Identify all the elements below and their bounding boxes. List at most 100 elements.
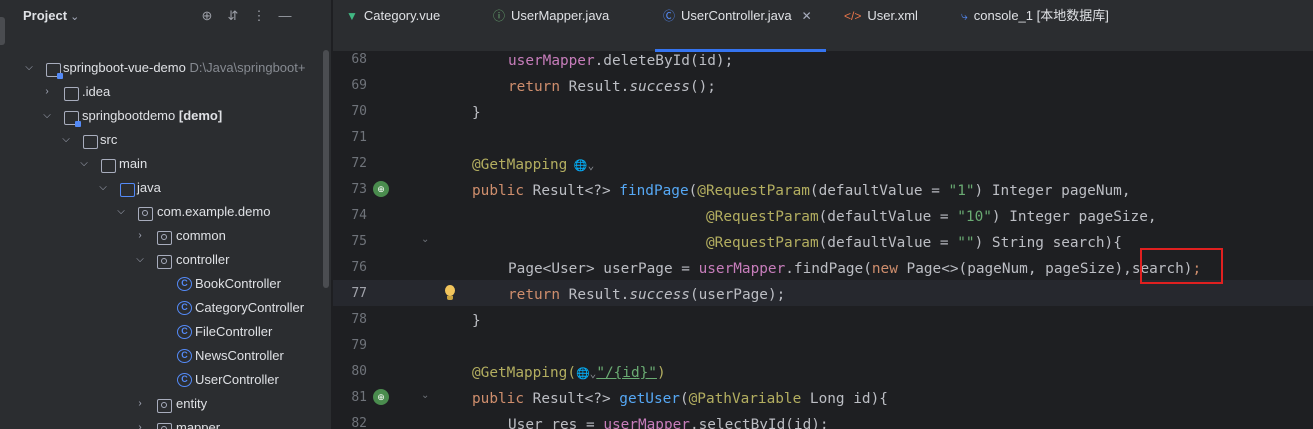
project-scrollbar[interactable]	[323, 50, 329, 288]
tree-item[interactable]: ⌵ controller	[9, 248, 327, 272]
more-options-icon[interactable]: ⋮	[251, 8, 267, 24]
globe-icon[interactable]: 🌐⌄	[567, 159, 594, 172]
line-number: 69	[351, 78, 367, 93]
tree-item-label: common	[176, 228, 226, 243]
project-tool-button[interactable]	[0, 17, 5, 45]
class-icon: C	[177, 301, 192, 315]
tree-item[interactable]: › mapper	[9, 416, 327, 429]
tree-item-label: src	[100, 132, 118, 147]
tree-item[interactable]: C CategoryController	[9, 296, 327, 320]
vue-icon: ▼	[346, 9, 358, 23]
chevron-down-icon[interactable]: ⌵	[134, 248, 146, 272]
lightbulb-icon[interactable]	[443, 284, 457, 302]
tab-label: Category.vue	[363, 8, 441, 23]
close-icon[interactable]: ✕	[802, 9, 812, 23]
class-icon: C	[177, 325, 192, 339]
class-icon: Ⓒ	[663, 9, 676, 23]
package-icon	[138, 207, 153, 221]
tab-category-vue[interactable]: ▼ Category.vue	[346, 0, 440, 52]
chevron-down-icon[interactable]: ⌵	[115, 200, 127, 224]
tab-usermapper-java[interactable]: ⓘ UserMapper.java	[493, 0, 609, 52]
tree-item[interactable]: › .idea	[9, 80, 327, 104]
tab-usercontroller-java[interactable]: Ⓒ UserController.java ✕	[655, 0, 826, 52]
chevron-down-icon[interactable]: ⌵	[60, 128, 72, 152]
tree-item-label: UserController	[195, 372, 279, 387]
request-mapping-icon[interactable]: ⊕	[373, 389, 389, 405]
tree-item-label: mapper	[176, 420, 221, 429]
interface-icon: ⓘ	[493, 9, 506, 23]
tree-item-label: com.example.demo	[157, 204, 271, 219]
chevron-down-icon: ⌄	[70, 11, 80, 23]
tab-label: UserController.java	[681, 8, 792, 23]
code-line: }	[472, 105, 481, 121]
folder-icon	[83, 135, 98, 149]
code-line: public Result<?> getUser(@PathVariable L…	[472, 391, 888, 407]
line-number: 78	[351, 312, 367, 327]
tree-item[interactable]: C BookController	[9, 272, 327, 296]
tree-item-path: D:\Java\springboot+	[189, 60, 306, 75]
tree-item-label: .idea	[82, 84, 111, 99]
line-number-current: 77	[351, 286, 367, 301]
tree-item-label: entity	[176, 396, 208, 411]
tree-item-label: CategoryController	[195, 300, 305, 315]
chevron-right-icon[interactable]: ›	[134, 224, 146, 248]
chevron-down-icon[interactable]: ⌵	[41, 104, 53, 128]
tab-user-xml[interactable]: </> User.xml	[844, 0, 918, 52]
tree-item[interactable]: C FileController	[9, 320, 327, 344]
tree-item[interactable]: ⌵ main	[9, 152, 327, 176]
tree-item[interactable]: › common	[9, 224, 327, 248]
line-number: 71	[351, 130, 367, 145]
code-line: return Result.success();	[508, 79, 716, 95]
project-panel: Project ⌄ ⊕ ⇵ ⋮ — ⌵ springboot-vue-demo D…	[9, 0, 332, 429]
tool-window-strip	[0, 0, 9, 429]
tree-item-label: controller	[176, 252, 230, 267]
expand-collapse-icon[interactable]: ⇵	[225, 8, 241, 24]
request-mapping-icon[interactable]: ⊕	[373, 181, 389, 197]
line-number: 79	[351, 338, 367, 353]
code-line: User res = userMapper.selectById(id);	[508, 417, 829, 429]
project-view-selector[interactable]: Project ⌄	[23, 8, 79, 23]
chevron-down-icon[interactable]: ⌵	[78, 152, 90, 176]
tree-item[interactable]: C UserController	[9, 368, 327, 392]
code-line: @RequestParam(defaultValue = "10") Integ…	[706, 209, 1157, 225]
tree-item[interactable]: ⌵ src	[9, 128, 327, 152]
chevron-down-icon[interactable]: ⌵	[97, 176, 109, 200]
tree-item[interactable]: ⌵ com.example.demo	[9, 200, 327, 224]
module-icon	[64, 111, 81, 127]
tree-item[interactable]: ⌵ springboot-vue-demo D:\Java\springboot…	[9, 56, 327, 80]
code-line: public Result<?> findPage(@RequestParam(…	[472, 183, 1131, 199]
line-number: 74	[351, 208, 367, 223]
line-number: 76	[351, 260, 367, 275]
locate-icon[interactable]: ⊕	[199, 8, 215, 24]
minimize-icon[interactable]: —	[277, 8, 293, 24]
module-icon	[46, 63, 63, 79]
globe-icon[interactable]: 🌐⌄	[576, 367, 596, 380]
line-number: 73	[351, 182, 367, 197]
fold-icon[interactable]: ⌄	[421, 390, 429, 401]
tree-item-label: java	[137, 180, 161, 195]
folder-icon	[64, 87, 79, 101]
class-icon: C	[177, 277, 192, 291]
chevron-right-icon[interactable]: ›	[134, 416, 146, 429]
tree-item[interactable]: C NewsController	[9, 344, 327, 368]
line-number: 70	[351, 104, 367, 119]
project-panel-header: Project ⌄ ⊕ ⇵ ⋮ —	[9, 0, 332, 32]
class-icon: C	[177, 373, 192, 387]
chevron-right-icon[interactable]: ›	[41, 80, 53, 104]
code-line: userMapper.deleteById(id);	[508, 53, 734, 69]
tab-console[interactable]: ⤷ console_1 [本地数据库]	[961, 0, 1109, 52]
chevron-down-icon[interactable]: ⌵	[23, 56, 35, 80]
code-line: Page<User> userPage = userMapper.findPag…	[508, 261, 1202, 277]
project-title: Project	[23, 8, 68, 23]
chevron-right-icon[interactable]: ›	[134, 392, 146, 416]
line-number: 80	[351, 364, 367, 379]
editor-tab-bar: ▼ Category.vue ⓘ UserMapper.java Ⓒ UserCont…	[333, 0, 1313, 52]
fold-icon[interactable]: ⌄	[421, 234, 429, 245]
code-editor[interactable]: 68 69 70 71 72 73 74 75 76 77 78 79 80 8…	[333, 52, 1313, 429]
tree-item-label: BookController	[195, 276, 281, 291]
line-number: 72	[351, 156, 367, 171]
tree-item[interactable]: › entity	[9, 392, 327, 416]
tree-item[interactable]: ⌵ springbootdemo [demo]	[9, 104, 327, 128]
tree-item[interactable]: ⌵ java	[9, 176, 327, 200]
code-line: }	[472, 313, 481, 329]
